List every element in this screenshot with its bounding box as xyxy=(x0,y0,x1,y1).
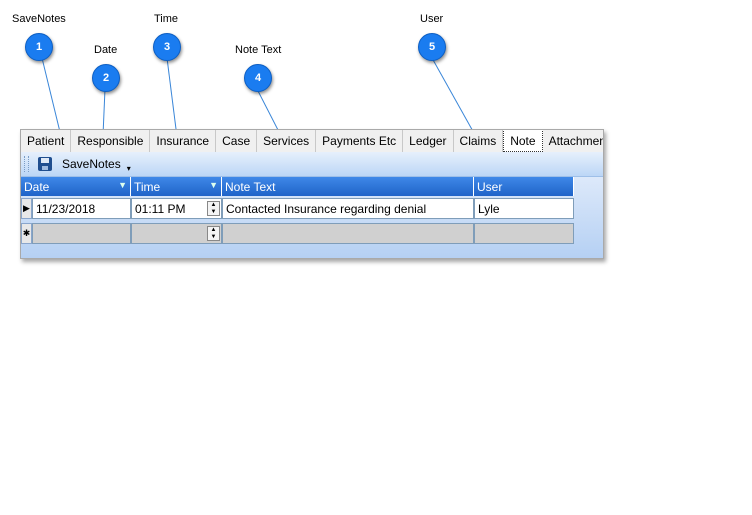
new-row-indicator[interactable]: ✱ xyxy=(21,223,32,244)
toolbar-grip[interactable] xyxy=(24,156,29,172)
tab-claims[interactable]: Claims xyxy=(454,130,504,152)
tab-services[interactable]: Services xyxy=(257,130,317,152)
save-disk-icon xyxy=(38,157,52,171)
filter-icon[interactable]: ▼ xyxy=(209,180,218,190)
cell-date[interactable]: 11/23/2018 xyxy=(32,198,131,219)
callout-marker-3: 3 xyxy=(153,33,181,61)
new-row-cell-note-text[interactable] xyxy=(222,223,474,244)
tab-case[interactable]: Case xyxy=(216,130,258,152)
callout-label-user: User xyxy=(420,13,444,25)
column-header-date-label: Date xyxy=(24,179,50,194)
notes-window: Patient Responsible Insurance Case Servi… xyxy=(20,129,604,259)
callout-label-time: Time xyxy=(154,13,179,25)
tab-ledger[interactable]: Ledger xyxy=(403,130,454,152)
cell-time-value: 01:11 PM xyxy=(135,201,186,216)
tab-payments-etc[interactable]: Payments Etc xyxy=(316,130,404,152)
tab-insurance[interactable]: Insurance xyxy=(150,130,217,152)
callout-label-savenotes: SaveNotes xyxy=(12,13,66,25)
time-spinner[interactable]: ▲ ▼ xyxy=(207,201,220,216)
cell-user[interactable]: Lyle xyxy=(474,198,574,219)
callout-marker-5: 5 xyxy=(418,33,446,61)
notes-grid: Date ▼ Time ▼ Note Text User ▶ 11/23/201… xyxy=(21,177,603,258)
tab-patient[interactable]: Patient xyxy=(21,130,72,152)
column-header-user-label: User xyxy=(477,179,503,194)
toolbar: SaveNotes ▾ xyxy=(21,152,603,177)
callout-marker-1: 1 xyxy=(25,33,53,61)
callout-label-note-text: Note Text xyxy=(235,44,282,56)
cell-time[interactable]: 01:11 PM ▲ ▼ xyxy=(131,198,222,219)
column-header-note-text[interactable]: Note Text xyxy=(222,177,474,196)
tab-attachment[interactable]: Attachment xyxy=(543,130,603,152)
new-row-cell-time[interactable]: ▲ ▼ xyxy=(131,223,222,244)
tab-responsible[interactable]: Responsible xyxy=(71,130,151,152)
column-header-user[interactable]: User xyxy=(474,177,574,196)
tab-note[interactable]: Note xyxy=(503,130,543,152)
current-row-indicator[interactable]: ▶ xyxy=(21,198,32,219)
cell-note-text[interactable]: Contacted Insurance regarding denial xyxy=(222,198,474,219)
save-notes-label: SaveNotes xyxy=(62,157,121,171)
new-row-cell-user[interactable] xyxy=(474,223,574,244)
column-header-time[interactable]: Time ▼ xyxy=(131,177,222,196)
tab-strip: Patient Responsible Insurance Case Servi… xyxy=(21,130,603,153)
time-spinner[interactable]: ▲ ▼ xyxy=(207,226,220,241)
save-notes-button[interactable]: SaveNotes xyxy=(38,154,121,174)
column-header-date[interactable]: Date ▼ xyxy=(21,177,131,196)
filter-icon[interactable]: ▼ xyxy=(118,180,127,190)
callout-label-date: Date xyxy=(94,44,118,56)
column-header-time-label: Time xyxy=(134,179,161,194)
new-row-cell-date[interactable] xyxy=(32,223,131,244)
callout-marker-4: 4 xyxy=(244,64,272,92)
dropdown-arrow-icon[interactable]: ▾ xyxy=(127,164,131,173)
callout-marker-2: 2 xyxy=(92,64,120,92)
column-header-note-text-label: Note Text xyxy=(225,179,276,194)
